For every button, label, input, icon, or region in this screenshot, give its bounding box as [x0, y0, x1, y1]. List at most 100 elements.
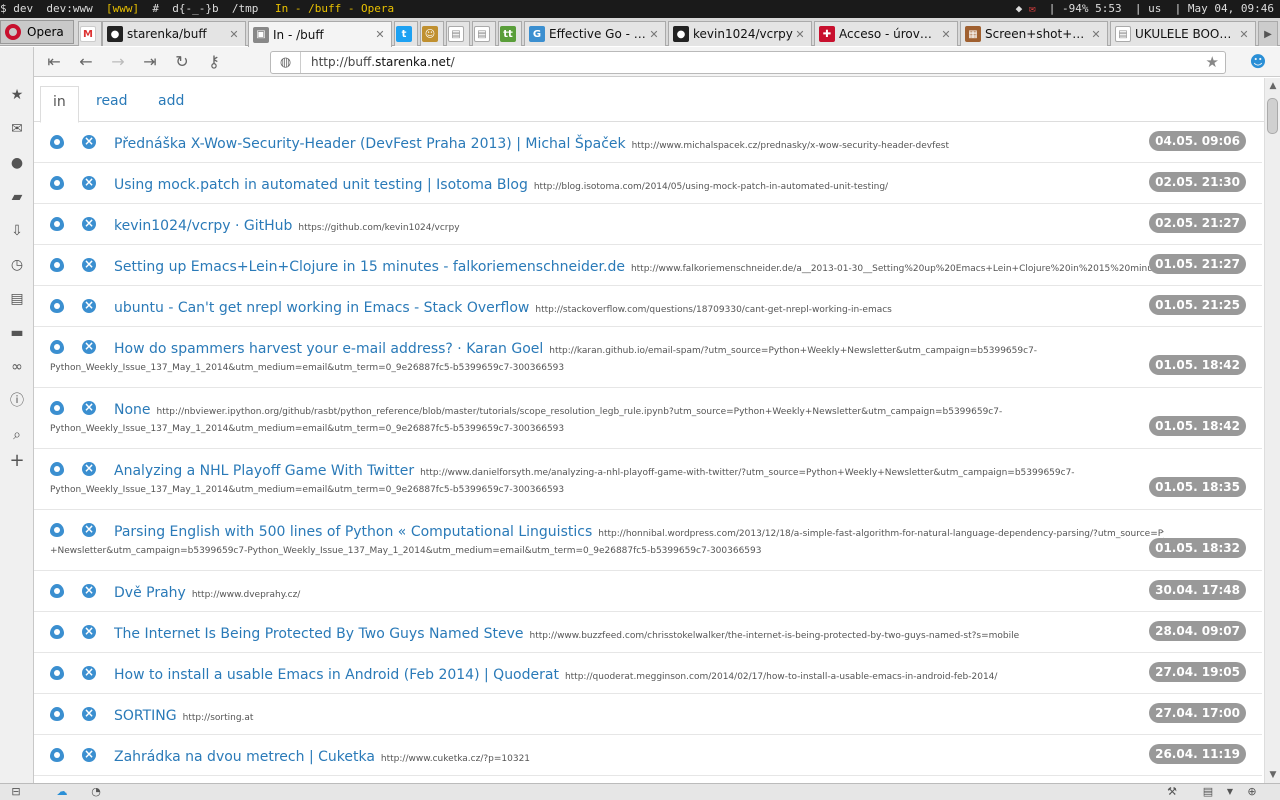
mark-read-eye-icon[interactable] — [50, 258, 64, 272]
wm-workspaces[interactable]: $ dev dev:www [www] # d{-_-}b /tmp — [0, 0, 258, 18]
bookmark-star-icon[interactable]: ★ — [1206, 52, 1219, 73]
contacts-icon[interactable]: ● — [7, 153, 27, 173]
delete-icon[interactable] — [82, 174, 96, 190]
close-icon[interactable]: ✕ — [939, 28, 953, 41]
tab-ukulele[interactable]: ▤ UKULELE BOOG... ✕ — [1110, 21, 1256, 46]
delete-icon[interactable] — [82, 133, 96, 149]
delete-icon[interactable] — [82, 297, 96, 313]
tab-in-buff[interactable]: ▣ In - /buff ✕ — [248, 21, 392, 47]
mark-read-eye-icon[interactable] — [50, 707, 64, 721]
extension-button[interactable]: ☻ — [1248, 52, 1268, 72]
mark-read-eye-icon[interactable] — [50, 748, 64, 762]
info-icon[interactable]: ⓘ — [7, 391, 27, 411]
scroll-down-icon[interactable]: ▼ — [1265, 767, 1280, 783]
notes-icon[interactable]: ▰ — [7, 187, 27, 207]
item-title-link[interactable]: Setting up Emacs+Lein+Clojure in 15 minu… — [114, 259, 625, 275]
item-title-link[interactable]: None — [114, 402, 151, 418]
turbo-speedometer-icon[interactable]: ◔ — [88, 785, 104, 799]
item-title-link[interactable]: SORTING — [114, 708, 177, 724]
scroll-up-icon[interactable]: ▲ — [1265, 78, 1280, 94]
delete-icon[interactable] — [82, 582, 96, 598]
delete-icon[interactable] — [82, 664, 96, 680]
tab-acceso[interactable]: ✚ Acceso - úroveň... ✕ — [814, 21, 958, 46]
tab-read[interactable]: read — [84, 86, 140, 123]
tab-scroll-right[interactable]: ▶ — [1258, 21, 1278, 46]
tab-pinned-2[interactable]: ☺ — [420, 21, 444, 46]
close-icon[interactable]: ✕ — [1089, 28, 1103, 41]
delete-icon[interactable] — [82, 521, 96, 537]
tab-effective-go[interactable]: G Effective Go - T... ✕ — [524, 21, 666, 46]
mark-read-eye-icon[interactable] — [50, 666, 64, 680]
tab-pinned-3[interactable]: ▤ — [446, 21, 470, 46]
delete-icon[interactable] — [82, 623, 96, 639]
delete-icon[interactable] — [82, 705, 96, 721]
item-title-link[interactable]: Dvě Prahy — [114, 585, 186, 601]
tab-gmail[interactable]: M — [78, 21, 102, 46]
opera-menu-button[interactable]: Opera — [0, 20, 74, 44]
forward-button[interactable]: → — [108, 52, 128, 72]
history-clock-icon[interactable]: ◷ — [7, 255, 27, 275]
rewind-button[interactable]: ⇤ — [44, 52, 64, 72]
close-icon[interactable]: ✕ — [373, 28, 387, 41]
chevron-down-icon[interactable]: ▼ — [1222, 785, 1238, 799]
scrollbar-thumb[interactable] — [1267, 98, 1278, 134]
reload-button[interactable]: ↻ — [172, 52, 192, 72]
mark-read-eye-icon[interactable] — [50, 523, 64, 537]
mail-icon[interactable]: ✉ — [7, 119, 27, 139]
mark-read-eye-icon[interactable] — [50, 401, 64, 415]
zoom-icon[interactable]: ⊕ — [1244, 785, 1260, 799]
tools-icon[interactable]: ⚒ — [1164, 785, 1180, 799]
vertical-scrollbar[interactable]: ▲ ▼ — [1264, 78, 1280, 783]
mark-read-eye-icon[interactable] — [50, 299, 64, 313]
delete-icon[interactable] — [82, 215, 96, 231]
tab-twitter[interactable]: t — [394, 21, 418, 46]
tab-in[interactable]: in — [40, 86, 79, 123]
tab-add[interactable]: add — [146, 86, 196, 123]
item-title-link[interactable]: Using mock.patch in automated unit testi… — [114, 177, 528, 193]
item-title-link[interactable]: Přednáška X-Wow-Security-Header (DevFest… — [114, 136, 626, 152]
item-title-link[interactable]: kevin1024/vcrpy · GitHub — [114, 218, 292, 234]
opera-unite-cloud-icon[interactable]: ☁ — [54, 785, 70, 799]
item-title-link[interactable]: The Internet Is Being Protected By Two G… — [114, 626, 524, 642]
search-icon[interactable]: ⌕ — [7, 425, 27, 445]
panels-icon[interactable]: ▤ — [7, 289, 27, 309]
tab-screenshot[interactable]: ▦ Screen+shot+2... ✕ — [960, 21, 1108, 46]
item-title-link[interactable]: Parsing English with 500 lines of Python… — [114, 524, 592, 540]
tab-pinned-4[interactable]: ▤ — [472, 21, 496, 46]
panel-toggle-icon[interactable]: ⊟ — [8, 785, 24, 799]
wand-button[interactable]: ⚷ — [204, 52, 224, 72]
mark-read-eye-icon[interactable] — [50, 584, 64, 598]
delete-icon[interactable] — [82, 256, 96, 272]
delete-icon[interactable] — [82, 746, 96, 762]
mark-read-eye-icon[interactable] — [50, 135, 64, 149]
mark-read-eye-icon[interactable] — [50, 625, 64, 639]
links-icon[interactable]: ∞ — [7, 357, 27, 377]
item-title-link[interactable]: ubuntu - Can't get nrepl working in Emac… — [114, 300, 529, 316]
tab-pinned-5[interactable]: tt — [498, 21, 522, 46]
tab-starenka-buff[interactable]: ● starenka/buff ✕ — [102, 21, 246, 46]
item-title-link[interactable]: How to install a usable Emacs in Android… — [114, 667, 559, 683]
delete-icon[interactable] — [82, 460, 96, 476]
close-icon[interactable]: ✕ — [227, 28, 241, 41]
mark-read-eye-icon[interactable] — [50, 217, 64, 231]
item-title-link[interactable]: Analyzing a NHL Playoff Game With Twitte… — [114, 463, 414, 479]
item-title-link[interactable]: How do spammers harvest your e-mail addr… — [114, 341, 543, 357]
address-bar[interactable]: ◍ http://buff.starenka.net/ ★ — [270, 51, 1226, 74]
bookmarks-star-icon[interactable]: ★ — [7, 85, 27, 105]
fast-forward-button[interactable]: ⇥ — [140, 52, 160, 72]
downloads-icon[interactable]: ⇩ — [7, 221, 27, 241]
item-title-link[interactable]: Zahrádka na dvou metrech | Cuketka — [114, 749, 375, 765]
close-icon[interactable]: ✕ — [793, 28, 807, 41]
delete-icon[interactable] — [82, 338, 96, 354]
tab-vcrpy[interactable]: ● kevin1024/vcrpy ✕ — [668, 21, 812, 46]
back-button[interactable]: ← — [76, 52, 96, 72]
mark-read-eye-icon[interactable] — [50, 176, 64, 190]
close-icon[interactable]: ✕ — [647, 28, 661, 41]
mark-read-eye-icon[interactable] — [50, 340, 64, 354]
chat-icon[interactable]: ▬ — [7, 323, 27, 343]
close-icon[interactable]: ✕ — [1237, 28, 1251, 41]
delete-icon[interactable] — [82, 399, 96, 415]
add-panel-icon[interactable]: + — [7, 451, 27, 471]
mark-read-eye-icon[interactable] — [50, 462, 64, 476]
view-menu-icon[interactable]: ▤ — [1200, 785, 1216, 799]
